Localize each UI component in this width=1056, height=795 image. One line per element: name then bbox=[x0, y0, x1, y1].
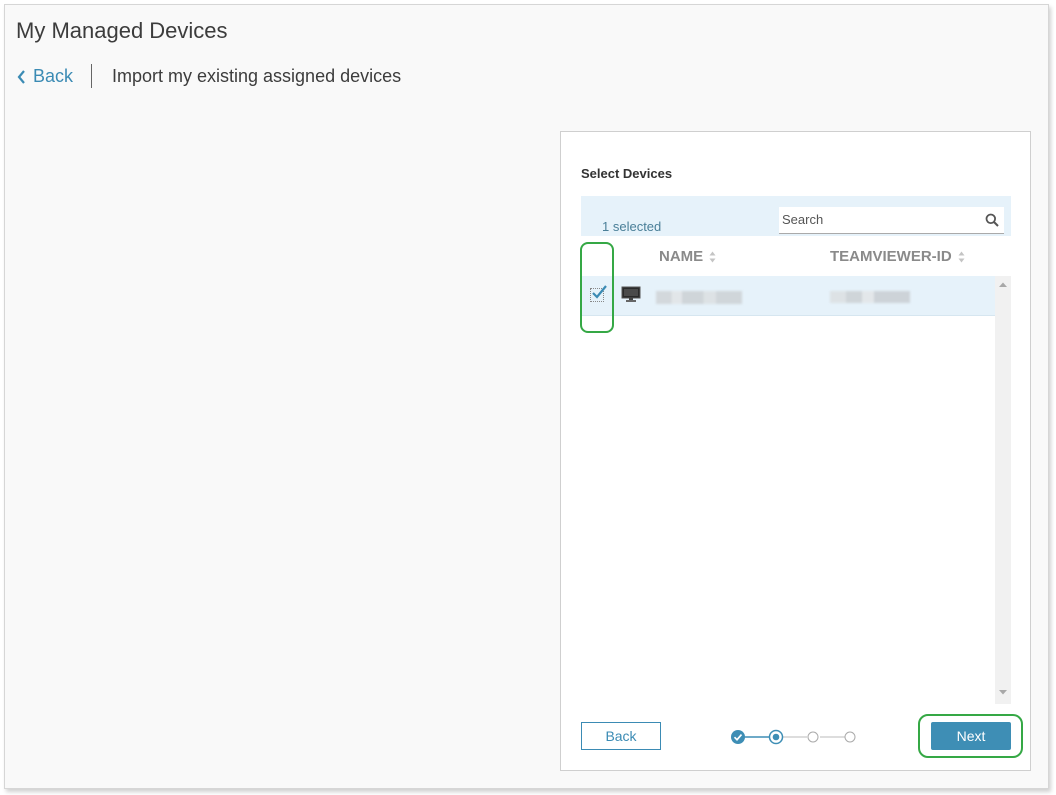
next-button[interactable]: Next bbox=[931, 722, 1011, 750]
select-devices-panel: Select Devices 1 selected NAME TEAMVI bbox=[560, 131, 1031, 771]
back-button[interactable]: Back bbox=[581, 722, 661, 750]
back-link-label: Back bbox=[33, 66, 74, 86]
step-1-complete bbox=[731, 730, 745, 744]
column-header-teamviewer-id-label: TEAMVIEWER-ID bbox=[830, 248, 952, 265]
scroll-down-arrow-icon[interactable] bbox=[999, 689, 1007, 695]
scrollbar[interactable] bbox=[995, 276, 1011, 704]
table-row[interactable] bbox=[581, 276, 995, 316]
window-frame: My Managed Devices Back Import my existi… bbox=[4, 4, 1049, 789]
scroll-up-arrow-icon[interactable] bbox=[999, 282, 1007, 288]
sort-icon bbox=[709, 251, 716, 262]
panel-title: Select Devices bbox=[581, 166, 673, 181]
monitor-icon bbox=[621, 286, 641, 302]
search-box bbox=[779, 207, 1004, 234]
step-progress bbox=[731, 729, 856, 745]
selection-toolbar: 1 selected bbox=[581, 196, 1011, 236]
device-list[interactable] bbox=[581, 276, 1011, 704]
column-header-name-label: NAME bbox=[659, 248, 704, 265]
teamviewer-id-redacted bbox=[830, 291, 910, 303]
step-2-current bbox=[768, 729, 784, 745]
back-link[interactable]: Back bbox=[17, 66, 73, 87]
breadcrumb-current: Import my existing assigned devices bbox=[112, 66, 402, 86]
step-3 bbox=[807, 731, 819, 743]
sort-icon bbox=[958, 251, 965, 262]
selected-count: 1 selected bbox=[602, 219, 662, 234]
column-header-name[interactable]: NAME bbox=[659, 248, 716, 265]
row-checkbox[interactable] bbox=[590, 285, 607, 302]
column-header-teamviewer-id[interactable]: TEAMVIEWER-ID bbox=[830, 248, 965, 265]
checkmark-icon bbox=[592, 285, 607, 299]
step-4 bbox=[844, 731, 856, 743]
table-header: NAME TEAMVIEWER-ID bbox=[581, 236, 1011, 277]
search-icon[interactable] bbox=[985, 213, 999, 227]
chevron-left-icon bbox=[17, 69, 25, 84]
breadcrumb-divider bbox=[91, 64, 92, 88]
search-input[interactable] bbox=[779, 207, 977, 232]
device-name-redacted bbox=[656, 291, 742, 304]
page-title: My Managed Devices bbox=[16, 18, 228, 43]
